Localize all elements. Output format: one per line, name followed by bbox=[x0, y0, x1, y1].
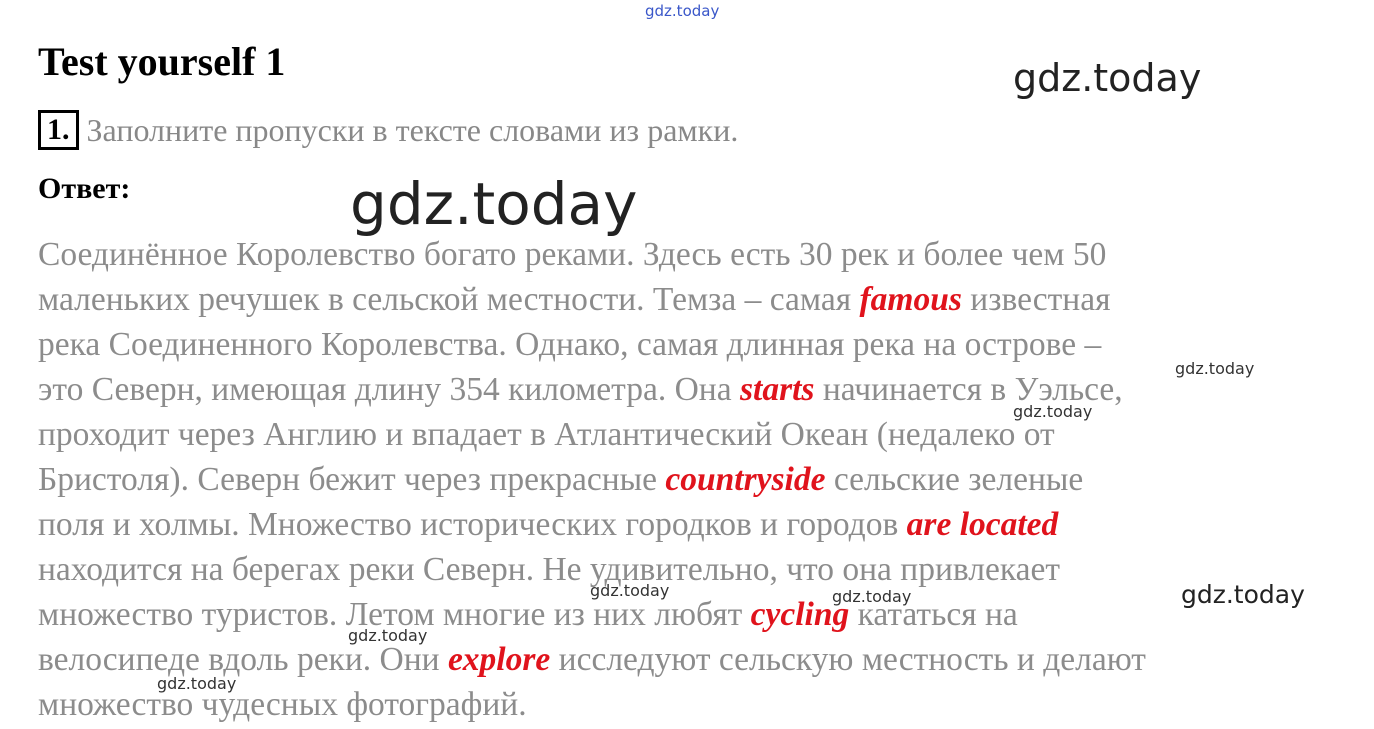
watermark-small: gdz.today bbox=[157, 674, 237, 693]
text-line: множество туристов. Летом многие из них … bbox=[38, 592, 1338, 637]
text-segment: река Соединенного Королевства. Однако, с… bbox=[38, 326, 1102, 363]
watermark-small: gdz.today bbox=[1175, 359, 1255, 378]
watermark-large: gdz.today bbox=[1013, 56, 1202, 100]
watermark-small: gdz.today bbox=[590, 581, 670, 600]
text-segment: это Северн, имеющая длину 354 километра.… bbox=[38, 371, 740, 408]
answer-word: famous bbox=[859, 281, 962, 318]
text-line: поля и холмы. Множество исторических гор… bbox=[38, 502, 1338, 547]
answer-text: Соединённое Королевство богато реками. З… bbox=[38, 232, 1338, 727]
watermark-top: gdz.today bbox=[645, 2, 720, 20]
answer-word: countryside bbox=[665, 461, 826, 498]
text-segment: поля и холмы. Множество исторических гор… bbox=[38, 506, 907, 543]
text-line: маленьких речушек в сельской местности. … bbox=[38, 277, 1338, 322]
text-line: река Соединенного Королевства. Однако, с… bbox=[38, 322, 1338, 367]
page-title: Test yourself 1 bbox=[38, 39, 286, 84]
watermark-small: gdz.today bbox=[1013, 402, 1093, 421]
answer-word: explore bbox=[447, 641, 551, 678]
text-line: Бристоля). Северн бежит через прекрасные… bbox=[38, 457, 1338, 502]
answer-word: starts bbox=[739, 371, 815, 408]
text-line: находится на берегах реки Северн. Не уди… bbox=[38, 547, 1338, 592]
watermark-medium: gdz.today bbox=[1181, 580, 1305, 609]
text-segment: множество чудесных фотографий. bbox=[38, 686, 527, 723]
text-line: проходит через Англию и впадает в Атлант… bbox=[38, 412, 1338, 457]
watermark-small: gdz.today bbox=[348, 626, 428, 645]
text-segment: велосипеде вдоль реки. Они bbox=[38, 641, 448, 678]
answer-word: are located bbox=[906, 506, 1059, 543]
task-instruction: Заполните пропуски в тексте словами из р… bbox=[86, 111, 739, 148]
task-header: 1. Заполните пропуски в тексте словами и… bbox=[38, 110, 738, 150]
answer-label: Ответ: bbox=[38, 172, 131, 205]
text-segment: проходит через Англию и впадает в Атлант… bbox=[38, 416, 1055, 453]
watermark-xlarge: gdz.today bbox=[350, 170, 638, 238]
text-segment: Бристоля). Северн бежит через прекрасные bbox=[38, 461, 666, 498]
watermark-small: gdz.today bbox=[832, 587, 912, 606]
text-segment: исследуют сельскую местность и делают bbox=[550, 641, 1146, 678]
task-number-box: 1. bbox=[38, 110, 79, 150]
text-line: Соединённое Королевство богато реками. З… bbox=[38, 232, 1338, 277]
text-segment: сельские зеленые bbox=[825, 461, 1084, 498]
text-segment: находится на берегах реки Северн. Не уди… bbox=[38, 551, 1060, 588]
text-line: это Северн, имеющая длину 354 километра.… bbox=[38, 367, 1338, 412]
text-segment: маленьких речушек в сельской местности. … bbox=[38, 281, 860, 318]
text-segment: Соединённое Королевство богато реками. З… bbox=[38, 236, 1107, 273]
text-segment: известная bbox=[961, 281, 1111, 318]
